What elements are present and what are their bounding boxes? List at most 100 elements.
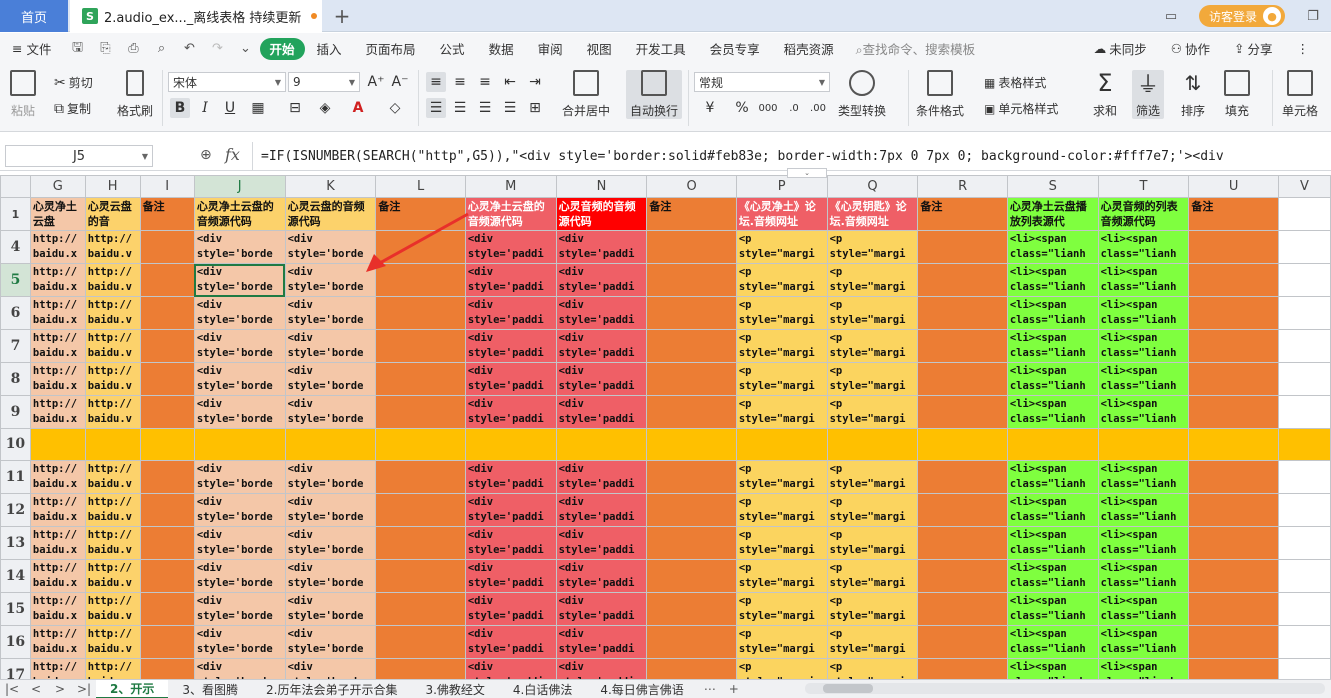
- grid-cell[interactable]: <li><spanclass="lianh: [1006, 658, 1099, 679]
- font-size-select[interactable]: 9 ▼: [288, 72, 360, 92]
- sheet-tab[interactable]: 4.每日佛言佛语: [586, 680, 697, 698]
- copy-button[interactable]: ⧉ 复制: [54, 100, 91, 117]
- row-header[interactable]: 4: [0, 230, 31, 264]
- grid-cell[interactable]: [139, 428, 195, 461]
- grid-cell[interactable]: [375, 263, 466, 297]
- cut-button[interactable]: ✂ 剪切: [54, 74, 93, 91]
- grid-cell[interactable]: [375, 559, 466, 593]
- grid-cell[interactable]: [1188, 592, 1279, 626]
- grid-cell[interactable]: <divstyle='paddi: [464, 230, 557, 264]
- quick-access-dropdown-icon[interactable]: ⌄: [236, 39, 256, 59]
- grid-cell[interactable]: [139, 592, 195, 626]
- grid-cell[interactable]: <divstyle='paddi: [555, 296, 648, 330]
- document-tab[interactable]: S 2.audio_ex..._离线表格 持续更新: [70, 0, 322, 32]
- grid-cell[interactable]: [917, 296, 1008, 330]
- grid-cell[interactable]: [1277, 658, 1331, 679]
- clear-format-icon[interactable]: ◇: [385, 98, 405, 118]
- grid-cell[interactable]: <divstyle='paddi: [464, 329, 557, 363]
- menu-tab-home[interactable]: 开始: [259, 37, 305, 60]
- grid-cell[interactable]: http://baidu.x: [29, 395, 86, 429]
- header-cell[interactable]: 备注: [1188, 197, 1279, 231]
- grid-cell[interactable]: <divstyle='borde: [284, 362, 377, 396]
- column-header[interactable]: K: [284, 175, 377, 198]
- table-style-button[interactable]: ▦ 表格样式: [984, 74, 1046, 91]
- grid-cell[interactable]: [464, 428, 557, 461]
- grid-cell[interactable]: http://baidu.v: [84, 230, 141, 264]
- row-header[interactable]: 6: [0, 296, 31, 330]
- grid-cell[interactable]: [1277, 362, 1331, 396]
- prev-sheet-icon[interactable]: <: [24, 682, 48, 696]
- grid-cell[interactable]: [1006, 428, 1099, 461]
- grid-cell[interactable]: [1188, 526, 1279, 560]
- grid-cell[interactable]: [375, 296, 466, 330]
- grid-cell[interactable]: <li><spanclass="lianh: [1097, 658, 1190, 679]
- grid-cell[interactable]: http://baidu.x: [29, 493, 86, 527]
- grid-cell[interactable]: <divstyle='borde: [193, 395, 286, 429]
- align-left-icon[interactable]: ☰: [426, 98, 446, 118]
- grid-cell[interactable]: <divstyle='paddi: [464, 296, 557, 330]
- grid-cell[interactable]: <divstyle='borde: [193, 493, 286, 527]
- grid-cell[interactable]: [1188, 625, 1279, 659]
- grid-cell[interactable]: [646, 592, 737, 626]
- home-tab[interactable]: 首页: [0, 0, 68, 32]
- grid-cell[interactable]: http://baidu.v: [84, 329, 141, 363]
- grid-cell[interactable]: [1188, 395, 1279, 429]
- menu-tab-view[interactable]: 视图: [575, 38, 624, 60]
- grid-cell[interactable]: <divstyle='borde: [193, 658, 286, 679]
- grid-cell[interactable]: http://baidu.x: [29, 460, 86, 494]
- grid-cell[interactable]: <divstyle='paddi: [555, 329, 648, 363]
- grid-cell[interactable]: [646, 493, 737, 527]
- grid-cell[interactable]: [375, 658, 466, 679]
- grid-cell[interactable]: [375, 526, 466, 560]
- window-list-icon[interactable]: ▭: [1159, 4, 1183, 28]
- header-cell[interactable]: 心灵音频的音频源代码: [555, 197, 648, 231]
- grid-cell[interactable]: <pstyle="margi: [735, 362, 828, 396]
- grid-cell[interactable]: <li><spanclass="lianh: [1006, 493, 1099, 527]
- row-header[interactable]: 14: [0, 559, 31, 593]
- save-icon[interactable]: 🖫: [68, 39, 88, 59]
- grid-cell[interactable]: <divstyle='paddi: [555, 493, 648, 527]
- grid-cell[interactable]: <li><spanclass="lianh: [1097, 493, 1190, 527]
- grid-cell[interactable]: <divstyle='paddi: [555, 526, 648, 560]
- grid-cell[interactable]: [917, 559, 1008, 593]
- sum-button[interactable]: Σ 求和: [1092, 69, 1118, 119]
- grid-cell[interactable]: [646, 230, 737, 264]
- column-header[interactable]: N: [555, 175, 648, 198]
- grid-cell[interactable]: <divstyle='borde: [284, 460, 377, 494]
- header-cell[interactable]: 心灵净土云盘: [29, 197, 86, 231]
- new-tab-button[interactable]: +: [330, 4, 354, 28]
- column-header[interactable]: P: [735, 175, 828, 198]
- scrollbar-thumb[interactable]: [823, 684, 873, 693]
- grid-cell[interactable]: [917, 592, 1008, 626]
- zoom-icon[interactable]: ⊕: [200, 147, 212, 163]
- grid-cell[interactable]: <divstyle='borde: [193, 625, 286, 659]
- file-menu[interactable]: ≡ 文件: [0, 38, 64, 60]
- undo-icon[interactable]: ↶: [180, 39, 200, 59]
- grid-cell[interactable]: [375, 395, 466, 429]
- row-header[interactable]: 9: [0, 395, 31, 429]
- grid-cell[interactable]: <li><spanclass="lianh: [1006, 263, 1099, 297]
- header-cell[interactable]: 备注: [139, 197, 195, 231]
- increase-decimal-icon[interactable]: .0: [784, 98, 804, 118]
- grid-cell[interactable]: http://baidu.v: [84, 559, 141, 593]
- grid-cell[interactable]: <pstyle="margi: [826, 559, 919, 593]
- header-cell[interactable]: 备注: [646, 197, 737, 231]
- grid-cell[interactable]: [1188, 493, 1279, 527]
- more-options-icon[interactable]: ⋮: [1285, 38, 1322, 60]
- menu-tab-page-layout[interactable]: 页面布局: [354, 38, 428, 60]
- header-cell[interactable]: 心灵音频的列表音频源代码: [1097, 197, 1190, 231]
- grid-cell[interactable]: <divstyle='borde: [193, 592, 286, 626]
- grid-cell[interactable]: <pstyle="margi: [735, 526, 828, 560]
- grid-cell[interactable]: <divstyle='paddi: [464, 658, 557, 679]
- print-icon[interactable]: ⎙: [124, 39, 144, 59]
- grid-cell[interactable]: [1188, 460, 1279, 494]
- grid-cell[interactable]: [139, 296, 195, 330]
- grid-cell[interactable]: <pstyle="margi: [826, 658, 919, 679]
- sync-status[interactable]: ☁ 未同步: [1082, 38, 1159, 60]
- distribute-icon[interactable]: ⊞: [525, 98, 545, 118]
- grid-cell[interactable]: <divstyle='paddi: [464, 362, 557, 396]
- formula-input[interactable]: =IF(ISNUMBER(SEARCH("http",G5)),"<div st…: [252, 142, 1331, 170]
- wrap-text-button[interactable]: 自动换行: [626, 70, 683, 119]
- grid-cell[interactable]: <li><spanclass="lianh: [1097, 592, 1190, 626]
- grid-cell[interactable]: <li><spanclass="lianh: [1097, 362, 1190, 396]
